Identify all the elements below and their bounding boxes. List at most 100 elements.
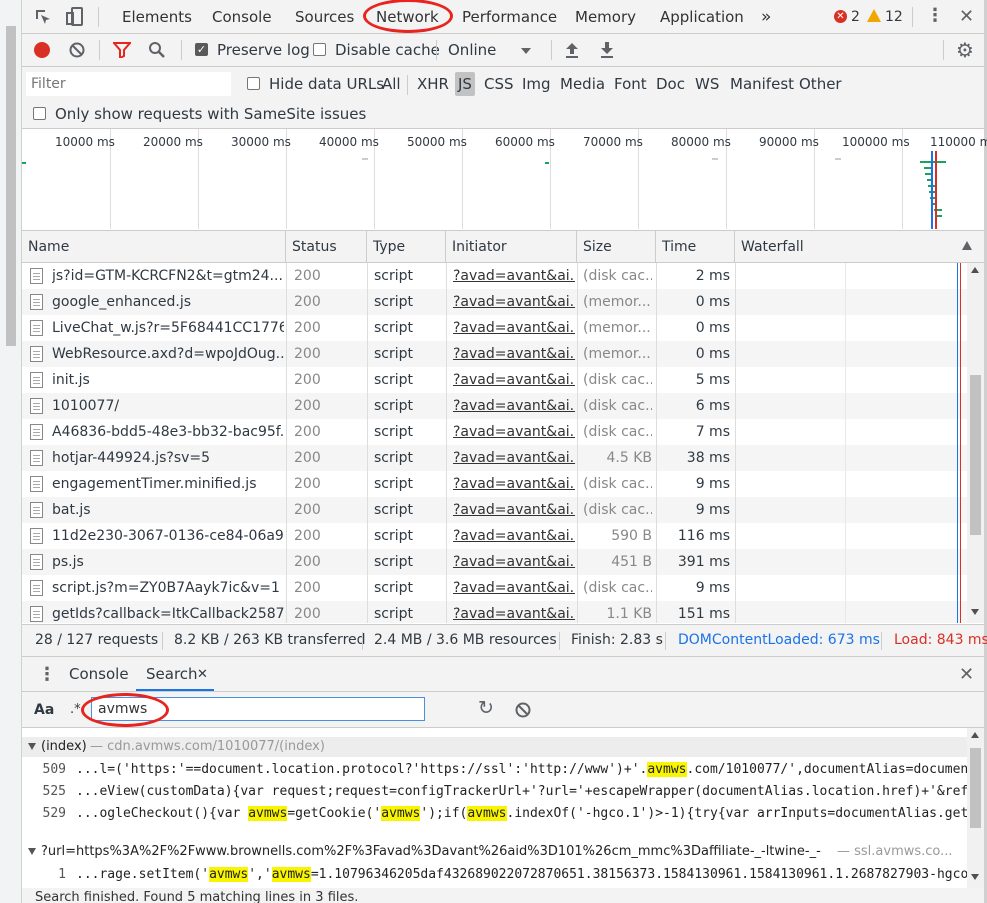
tab-elements[interactable]: Elements [122, 0, 192, 34]
network-overview[interactable]: 10000 ms 20000 ms 30000 ms 40000 ms 5000… [22, 129, 987, 231]
request-name[interactable]: engagementTimer.minified.js [52, 471, 284, 497]
filter-type-other[interactable]: Other [799, 67, 842, 101]
expand-triangle-icon[interactable] [28, 848, 36, 855]
column-header-type[interactable]: Type [367, 231, 446, 263]
request-name[interactable]: A46836-bdd5-48e3-bb32-bac95f... [52, 419, 284, 445]
left-scrollbar[interactable] [0, 0, 22, 903]
regex-button[interactable]: .* [70, 692, 81, 728]
filter-input[interactable] [26, 72, 231, 96]
scroll-thumb[interactable] [6, 26, 16, 346]
request-initiator[interactable]: ?avad=avant&ai... [453, 497, 575, 523]
scroll-down-icon[interactable] [971, 874, 979, 880]
scroll-thumb[interactable] [970, 748, 981, 828]
chevron-down-icon[interactable] [521, 48, 531, 54]
table-row[interactable]: bat.js 200 script ?avad=avant&ai... (disk ca… [22, 497, 967, 523]
filter-type-manifest[interactable]: Manifest [730, 67, 794, 101]
drawer-tab-console[interactable]: Console [69, 657, 129, 692]
result-line[interactable]: 509 ...l=('https:'==document.location.pr… [22, 759, 967, 781]
clear-search-icon[interactable] [515, 702, 531, 718]
column-header-initiator[interactable]: Initiator [446, 231, 577, 263]
request-initiator[interactable]: ?avad=avant&ai... [453, 549, 575, 575]
kebab-menu-icon[interactable]: ⋮ [926, 0, 944, 32]
table-row[interactable]: LiveChat_w.js?r=5F68441CC1776... 200 scrip… [22, 315, 967, 341]
clear-icon[interactable] [69, 42, 85, 58]
request-name[interactable]: 1010077/ [52, 393, 284, 419]
results-scrollbar[interactable] [967, 728, 984, 888]
scroll-up-icon[interactable] [971, 732, 979, 738]
table-row[interactable]: init.js 200 script ?avad=avant&ai... (disk c… [22, 367, 967, 393]
export-har-icon[interactable] [599, 41, 615, 63]
request-name[interactable]: getIds?callback=ItkCallback2587... [52, 601, 284, 623]
match-case-button[interactable]: Aa [34, 692, 54, 728]
result-line[interactable]: 529 ...ogleCheckout(){var avmws=getCooki… [22, 803, 967, 825]
table-row[interactable]: WebResource.axd?d=wpoJdOug... 200 script ?a… [22, 341, 967, 367]
hide-data-urls-checkbox[interactable] [247, 77, 260, 90]
result-file-header[interactable]: ?url=https%3A%2F%2Fwww.brownells.com%2F%… [22, 842, 967, 862]
filter-type-xhr[interactable]: XHR [417, 67, 449, 101]
search-icon[interactable] [148, 41, 166, 59]
request-initiator[interactable]: ?avad=avant&ai... [453, 263, 575, 289]
request-initiator[interactable]: ?avad=avant&ai... [453, 393, 575, 419]
table-scrollbar[interactable] [967, 263, 984, 623]
expand-triangle-icon[interactable] [28, 743, 36, 750]
request-initiator[interactable]: ?avad=avant&ai... [453, 575, 575, 601]
request-name[interactable]: hotjar-449924.js?sv=5 [52, 445, 284, 471]
request-initiator[interactable]: ?avad=avant&ai... [453, 523, 575, 549]
scroll-up-icon[interactable] [971, 267, 979, 273]
filter-type-font[interactable]: Font [614, 67, 647, 101]
samesite-checkbox[interactable] [33, 107, 46, 120]
table-row[interactable]: getIds?callback=ItkCallback2587... 200 scr… [22, 601, 967, 623]
request-name[interactable]: WebResource.axd?d=wpoJdOug... [52, 341, 284, 367]
close-drawer-icon[interactable]: ✕ [959, 657, 974, 692]
gear-icon[interactable]: ⚙ [956, 38, 974, 62]
table-row[interactable]: ps.js 200 script ?avad=avant&ai... 451 B 391 … [22, 549, 967, 575]
request-name[interactable]: ps.js [52, 549, 284, 575]
filter-type-all[interactable]: All [382, 67, 401, 101]
request-initiator[interactable]: ?avad=avant&ai... [453, 367, 575, 393]
tab-console[interactable]: Console [212, 0, 272, 34]
request-name[interactable]: js?id=GTM-KCRCFN2&t=gtm24... [52, 263, 284, 289]
table-row[interactable]: A46836-bdd5-48e3-bb32-bac95f... 200 script… [22, 419, 967, 445]
more-tabs-button[interactable]: » [761, 0, 771, 34]
column-header-status[interactable]: Status [286, 231, 367, 263]
tab-performance[interactable]: Performance [462, 0, 557, 34]
table-row[interactable]: engagementTimer.minified.js 200 script ?ava… [22, 471, 967, 497]
device-toolbar-icon[interactable] [66, 7, 84, 27]
table-row[interactable]: hotjar-449924.js?sv=5 200 script ?avad=avan… [22, 445, 967, 471]
throttle-select[interactable]: Online [448, 34, 496, 67]
disable-cache-checkbox[interactable] [313, 43, 326, 56]
table-row[interactable]: 11d2e230-3067-0136-ce84-06a9... 200 script… [22, 523, 967, 549]
close-tab-icon[interactable]: ✕ [197, 657, 208, 692]
request-name[interactable]: bat.js [52, 497, 284, 523]
filter-type-css[interactable]: CSS [484, 67, 514, 101]
sort-ascending-icon[interactable] [962, 241, 972, 250]
warning-count[interactable]: 12 [885, 0, 903, 34]
close-icon[interactable]: ✕ [959, 0, 974, 34]
request-initiator[interactable]: ?avad=avant&ai... [453, 341, 575, 367]
request-initiator[interactable]: ?avad=avant&ai... [453, 315, 575, 341]
filter-type-ws[interactable]: WS [695, 67, 719, 101]
filter-type-doc[interactable]: Doc [656, 67, 685, 101]
result-line[interactable]: 1 ...rage.setItem('avmws','avmws=1.10796… [22, 864, 967, 886]
preserve-log-checkbox[interactable]: ✓ [195, 43, 208, 56]
request-name[interactable]: init.js [52, 367, 284, 393]
table-row[interactable]: js?id=GTM-KCRCFN2&t=gtm24... 200 script ?av… [22, 263, 967, 289]
result-file-header[interactable]: (index) — cdn.avmws.com/1010077/(index) [22, 737, 967, 757]
column-header-waterfall[interactable]: Waterfall [735, 231, 984, 263]
request-name[interactable]: google_enhanced.js [52, 289, 284, 315]
column-header-time[interactable]: Time [656, 231, 735, 263]
table-row[interactable]: 1010077/200 script ?avad=avant&ai... (disk … [22, 393, 967, 419]
record-icon[interactable] [34, 42, 50, 58]
column-header-size[interactable]: Size [577, 231, 656, 263]
import-har-icon[interactable] [564, 41, 580, 63]
request-name[interactable]: 11d2e230-3067-0136-ce84-06a9... [52, 523, 284, 549]
request-initiator[interactable]: ?avad=avant&ai... [453, 419, 575, 445]
tab-memory[interactable]: Memory [575, 0, 636, 34]
tab-application[interactable]: Application [660, 0, 744, 34]
tab-sources[interactable]: Sources [295, 0, 354, 34]
request-initiator[interactable]: ?avad=avant&ai... [453, 601, 575, 623]
request-initiator[interactable]: ?avad=avant&ai... [453, 471, 575, 497]
drawer-menu-icon[interactable]: ⋮ [38, 657, 56, 692]
request-name[interactable]: script.js?m=ZY0B7Aayk7ic&v=1 [52, 575, 284, 601]
filter-type-js[interactable]: JS [455, 72, 475, 96]
